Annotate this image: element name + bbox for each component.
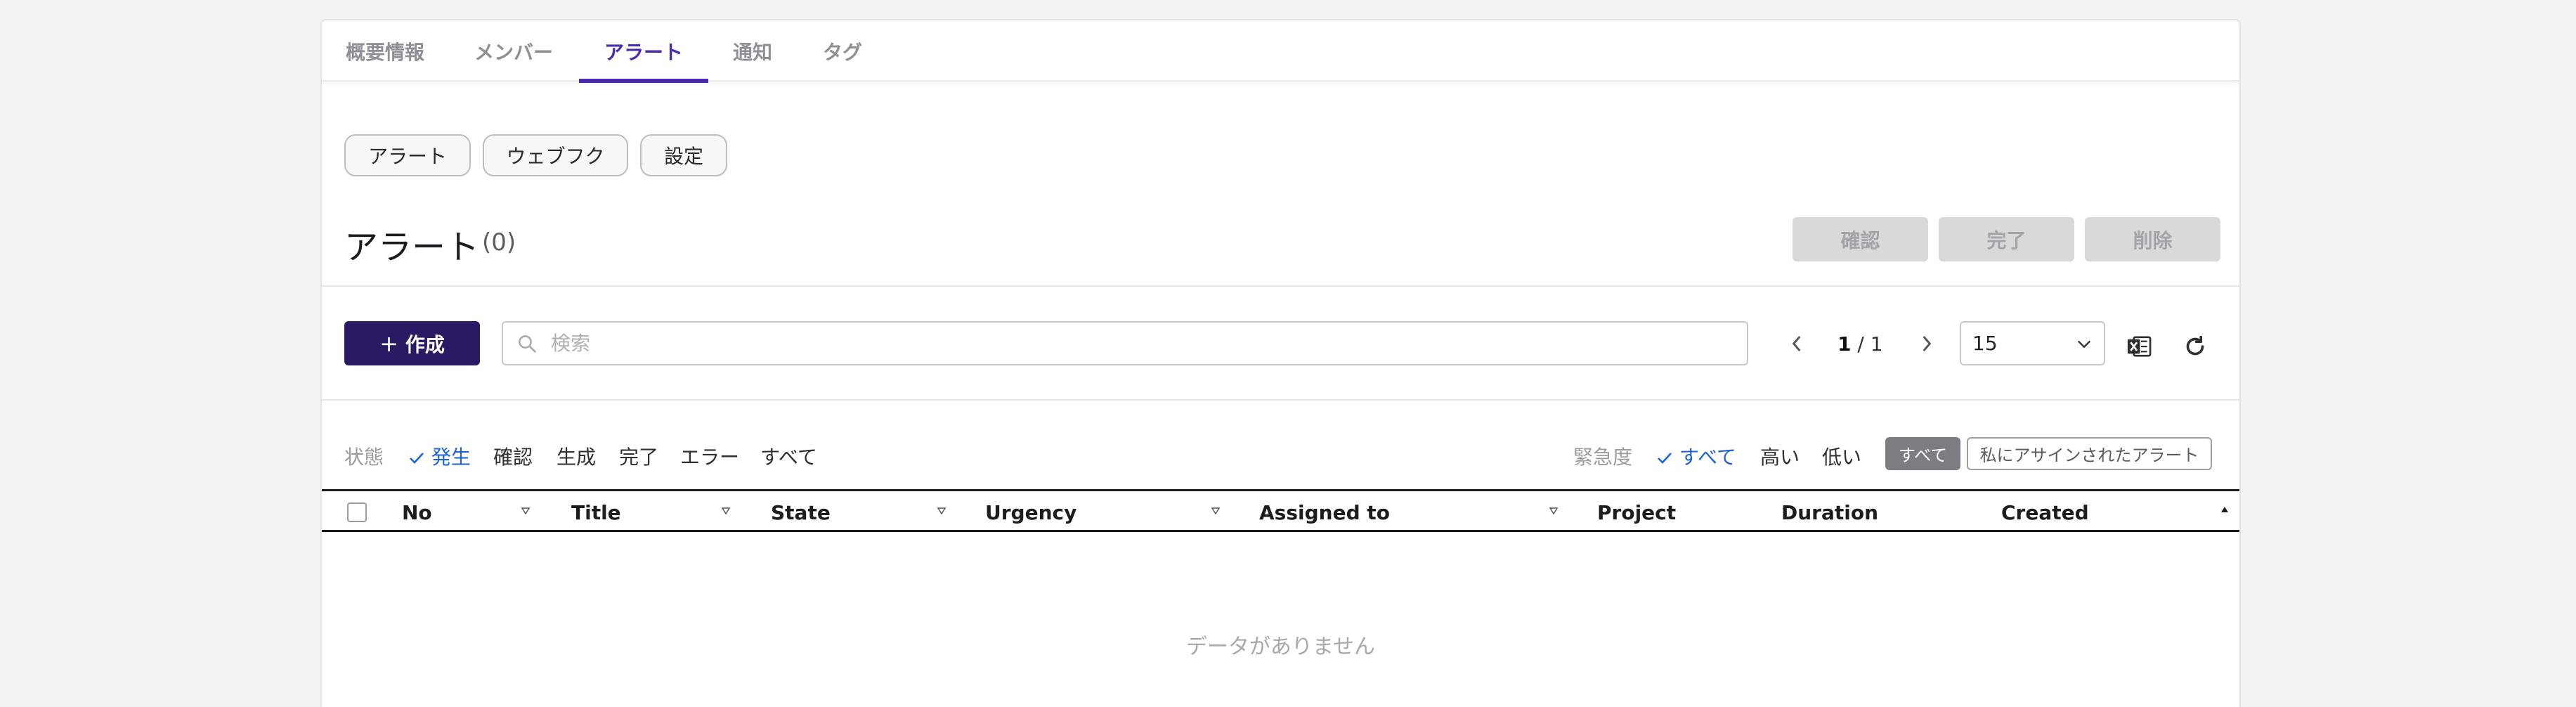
state-filter-confirmed[interactable]: 確認 [493, 442, 533, 470]
tab-alerts[interactable]: アラート [579, 37, 708, 83]
sort-icon[interactable] [720, 505, 731, 517]
subtab-alerts[interactable]: アラート [344, 134, 471, 176]
check-icon [1658, 453, 1672, 464]
search-icon [503, 324, 551, 363]
column-header-project[interactable]: Project [1597, 501, 1676, 524]
page-size-select[interactable]: 15 [1960, 321, 2105, 365]
tab-notifications[interactable]: 通知 [733, 37, 772, 82]
page-title: アラート [344, 228, 480, 267]
subtab-settings[interactable]: 設定 [640, 134, 727, 176]
plus-icon: + [379, 330, 398, 357]
search-box[interactable] [502, 321, 1748, 365]
delete-button[interactable]: 削除 [2085, 217, 2220, 261]
assign-filter-mine[interactable]: 私にアサインされたアラート [1967, 437, 2212, 470]
column-header-created[interactable]: Created [2001, 501, 2089, 524]
tab-members[interactable]: メンバー [474, 37, 553, 82]
search-input[interactable] [551, 323, 1731, 363]
excel-icon [2127, 336, 2152, 357]
tab-overview[interactable]: 概要情報 [346, 37, 424, 82]
refresh-button[interactable] [2181, 332, 2209, 361]
urgency-filter-high[interactable]: 高い [1760, 442, 1800, 470]
select-all-checkbox[interactable] [347, 502, 367, 522]
state-filter-all[interactable]: すべて [760, 442, 817, 470]
sort-icon[interactable] [936, 505, 947, 517]
active-tab-indicator [579, 79, 708, 83]
state-filter-created[interactable]: 生成 [557, 442, 596, 470]
column-header-state[interactable]: State [771, 501, 831, 524]
sort-icon[interactable] [1210, 505, 1221, 517]
create-button[interactable]: + 作成 [344, 321, 480, 365]
sort-icon[interactable] [1548, 505, 1559, 517]
subtab-webhooks[interactable]: ウェブフク [483, 134, 628, 176]
column-header-no[interactable]: No [402, 501, 432, 524]
next-page-button[interactable] [1913, 330, 1941, 358]
chevron-down-icon [2078, 340, 2090, 349]
column-header-urgency[interactable]: Urgency [985, 501, 1076, 524]
divider [322, 399, 2239, 401]
state-filter-error[interactable]: エラー [680, 442, 739, 470]
urgency-filter-low[interactable]: 低い [1822, 442, 1861, 470]
divider [322, 285, 2239, 287]
table-header: No Title State Urgency Assigned to Proje… [322, 489, 2239, 532]
alerts-panel: 概要情報 メンバー アラート 通知 タグ アラート ウェブフク 設定 アラート … [320, 19, 2241, 707]
urgency-filter-all[interactable]: すべて [1656, 442, 1736, 470]
complete-button[interactable]: 完了 [1939, 217, 2074, 261]
refresh-icon [2186, 335, 2204, 356]
urgency-filter-label: 緊急度 [1573, 446, 1633, 469]
confirm-button[interactable]: 確認 [1793, 217, 1928, 261]
alert-count: (0) [482, 228, 516, 257]
chevron-right-icon [1923, 335, 1932, 352]
top-tab-bar: 概要情報 メンバー アラート 通知 タグ [322, 20, 2239, 83]
check-icon [410, 453, 424, 464]
state-filter-occurred[interactable]: 発生 [408, 442, 471, 470]
sort-icon[interactable] [2219, 504, 2230, 515]
column-header-title[interactable]: Title [571, 501, 621, 524]
column-header-duration[interactable]: Duration [1781, 501, 1878, 524]
tab-tags[interactable]: タグ [823, 37, 862, 82]
chevron-left-icon [1792, 335, 1801, 352]
state-filter-label: 状態 [344, 446, 384, 469]
column-header-assigned-to[interactable]: Assigned to [1259, 501, 1390, 524]
state-filter-completed[interactable]: 完了 [619, 442, 658, 470]
sort-icon[interactable] [520, 505, 531, 517]
page-indicator: 1 / 1 [1837, 332, 1883, 356]
excel-export-button[interactable] [2125, 332, 2153, 361]
empty-state-message: データがありません [1185, 635, 1376, 659]
prev-page-button[interactable] [1783, 330, 1811, 358]
assign-filter-all[interactable]: すべて [1885, 437, 1960, 470]
